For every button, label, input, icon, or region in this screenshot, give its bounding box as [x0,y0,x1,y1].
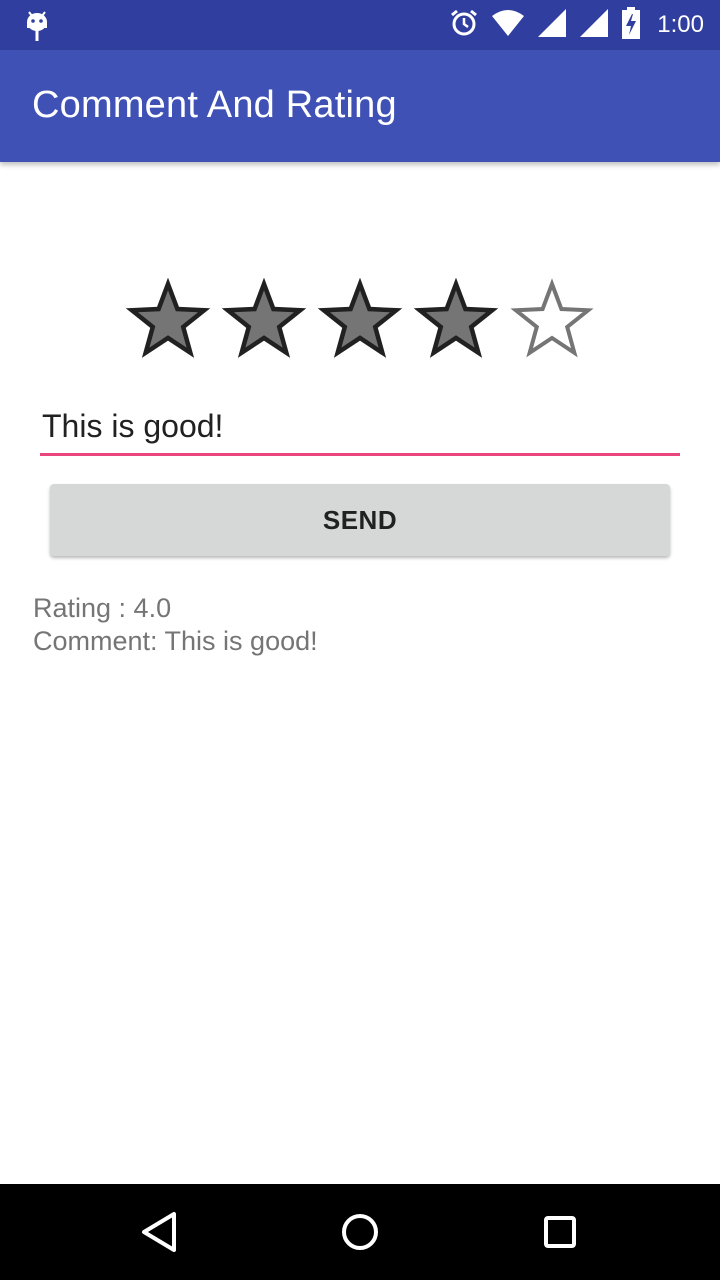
alarm-icon [449,8,479,43]
result-text: Rating : 4.0 Comment: This is good! [33,592,318,658]
status-time: 1:00 [657,11,704,38]
send-button[interactable]: SEND [50,484,670,556]
navigation-bar [0,1184,720,1280]
comment-field-container [40,400,680,460]
rating-bar[interactable] [120,278,600,368]
wifi-icon [491,9,525,42]
back-icon[interactable] [136,1208,184,1256]
star-filled-icon[interactable] [222,278,306,362]
comment-input[interactable] [40,400,680,456]
android-icon [24,9,50,43]
app-bar: Comment And Rating [0,50,720,162]
signal-icon [579,8,609,43]
status-icons: 1:00 [449,6,704,44]
star-filled-icon[interactable] [318,278,402,362]
status-bar: 1:00 [0,0,720,50]
comment-result-label: Comment: This is good! [33,626,318,656]
home-icon[interactable] [336,1208,384,1256]
rating-result-label: Rating : 4.0 [33,593,172,623]
recents-icon[interactable] [536,1208,584,1256]
page-title: Comment And Rating [32,84,397,126]
star-filled-icon[interactable] [414,278,498,362]
signal-icon [537,8,567,43]
star-empty-icon[interactable] [510,278,594,362]
battery-charging-icon [621,6,641,44]
star-filled-icon[interactable] [126,278,210,362]
